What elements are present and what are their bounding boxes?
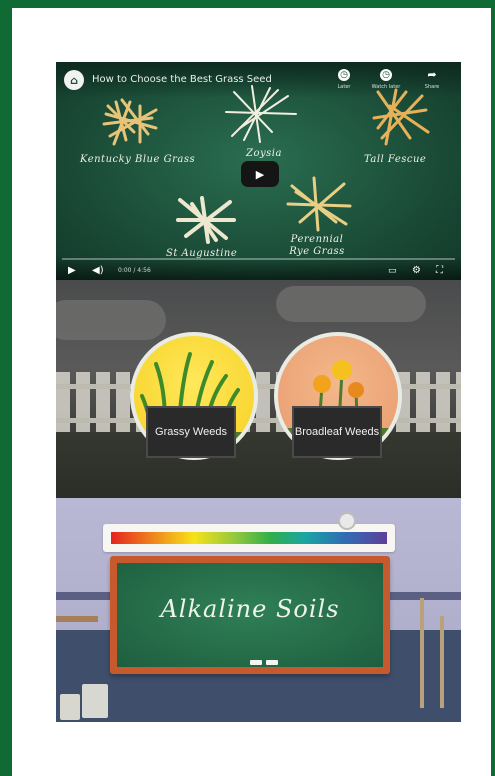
- wall-shelf: [56, 616, 98, 622]
- st-augustine-seed-cluster: [176, 196, 236, 244]
- green-frame-right: [491, 0, 495, 776]
- video-progress-bar[interactable]: [62, 258, 455, 260]
- video-player[interactable]: ⌂ How to Choose the Best Grass Seed ◷ La…: [56, 62, 461, 280]
- ground: [56, 432, 461, 498]
- weeds-illustration: Grassy Weeds Broadleaf Weeds: [56, 280, 461, 498]
- chalkboard-text: Alkaline Soils: [160, 595, 340, 623]
- grassy-weeds-sign: Grassy Weeds: [146, 406, 236, 458]
- seed-label-kentucky: Kentucky Blue Grass: [80, 154, 196, 165]
- chalk-piece: [250, 660, 262, 665]
- volume-icon: ◀): [92, 265, 104, 276]
- seed-label-tall-fescue: Tall Fescue: [364, 154, 427, 165]
- play-control-button[interactable]: ▶: [68, 265, 76, 276]
- chalkboard: Alkaline Soils: [117, 563, 383, 667]
- kentucky-seed-cluster: [102, 98, 158, 146]
- zoysia-seed-cluster: [225, 85, 297, 143]
- green-frame-top: [0, 0, 495, 8]
- seed-label-zoysia: Zoysia: [246, 148, 282, 159]
- play-icon: ▶: [255, 167, 265, 181]
- video-time: 0:00 / 4:56: [118, 267, 151, 274]
- gear-icon: ⚙: [412, 265, 421, 276]
- shovel-handle: [440, 616, 444, 708]
- subtitles-icon: ▭: [388, 266, 397, 276]
- fence-rail-bottom: [56, 418, 461, 423]
- cloud-shape: [56, 300, 166, 340]
- settings-button[interactable]: ⚙: [412, 265, 421, 276]
- rake-handle: [420, 598, 424, 708]
- tall-fescue-seed-cluster: [372, 88, 430, 146]
- jar-shape: [60, 694, 80, 720]
- play-icon: ▶: [68, 265, 76, 276]
- chalk-piece-2: [266, 660, 278, 665]
- chalkboard-frame: Alkaline Soils: [110, 556, 390, 674]
- seed-label-perennial: Perennial Rye Grass: [289, 234, 345, 257]
- pin-icon: [338, 512, 356, 530]
- fullscreen-button[interactable]: ⛶: [436, 265, 443, 276]
- perennial-seed-cluster: [286, 176, 352, 232]
- subtitles-button[interactable]: ▭: [388, 266, 397, 276]
- green-frame-left: [0, 0, 12, 776]
- cloud-shape-2: [276, 286, 426, 322]
- ph-color-scale: [111, 532, 387, 544]
- fullscreen-icon: ⛶: [436, 265, 443, 276]
- play-button[interactable]: ▶: [241, 161, 279, 187]
- broadleaf-weeds-sign: Broadleaf Weeds: [292, 406, 382, 458]
- image-stack: ⌂ How to Choose the Best Grass Seed ◷ La…: [56, 62, 461, 722]
- alkaline-soils-illustration: Alkaline Soils: [56, 498, 461, 722]
- bucket-shape: [82, 684, 108, 718]
- volume-button[interactable]: ◀): [92, 265, 104, 276]
